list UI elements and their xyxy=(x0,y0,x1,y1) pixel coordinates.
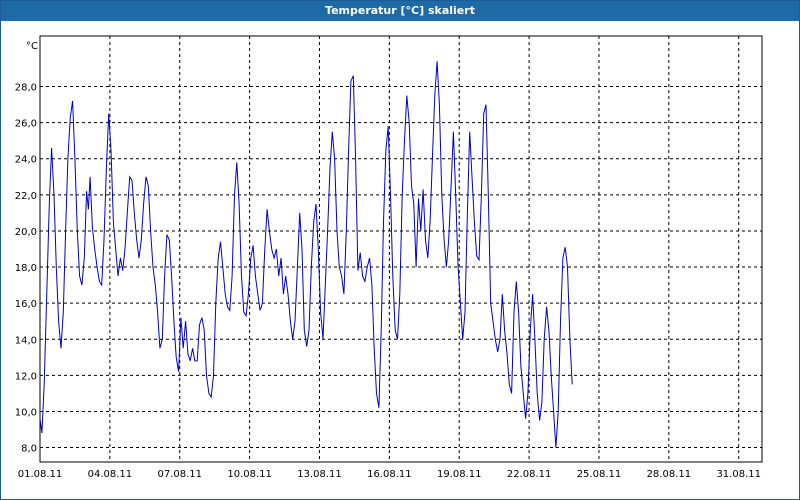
x-tick-label: 19.08.11 xyxy=(437,469,482,480)
x-tick-label: 10.08.11 xyxy=(227,469,272,480)
y-tick-label: 22,0 xyxy=(15,191,37,202)
x-tick-label: 28.08.11 xyxy=(647,469,692,480)
y-tick-label: 18,0 xyxy=(15,263,37,274)
y-axis-unit: °C xyxy=(26,41,38,52)
x-tick-label: 16.08.11 xyxy=(367,469,412,480)
x-tick-label: 31.08.11 xyxy=(716,469,761,480)
y-tick-label: 16,0 xyxy=(15,299,37,310)
chart-window: Temperatur [°C] skaliert 8,0 10,0 12,0 14,0… xyxy=(0,0,800,500)
x-tick-label: 13.08.11 xyxy=(297,469,342,480)
x-tick-label: 01.08.11 xyxy=(18,469,63,480)
x-tick-label: 22.08.11 xyxy=(507,469,552,480)
x-tick-label: 25.08.11 xyxy=(577,469,622,480)
y-tick-label: 12,0 xyxy=(15,371,37,382)
temperature-chart: 8,0 10,0 12,0 14,0 16,0 18,0 20,0 22,0 24,0 26,0 2… xyxy=(15,35,763,480)
x-tick-label: 07.08.11 xyxy=(157,469,202,480)
x-tick-label: 04.08.11 xyxy=(88,469,133,480)
y-tick-label: 26,0 xyxy=(15,119,37,130)
y-tick-label: 8,0 xyxy=(21,444,37,455)
y-tick-label: 24,0 xyxy=(15,155,37,166)
y-tick-label: 20,0 xyxy=(15,227,37,238)
y-tick-label: 10,0 xyxy=(15,407,37,418)
y-tick-label: 14,0 xyxy=(15,335,37,346)
y-tick-label: 28,0 xyxy=(15,83,37,94)
